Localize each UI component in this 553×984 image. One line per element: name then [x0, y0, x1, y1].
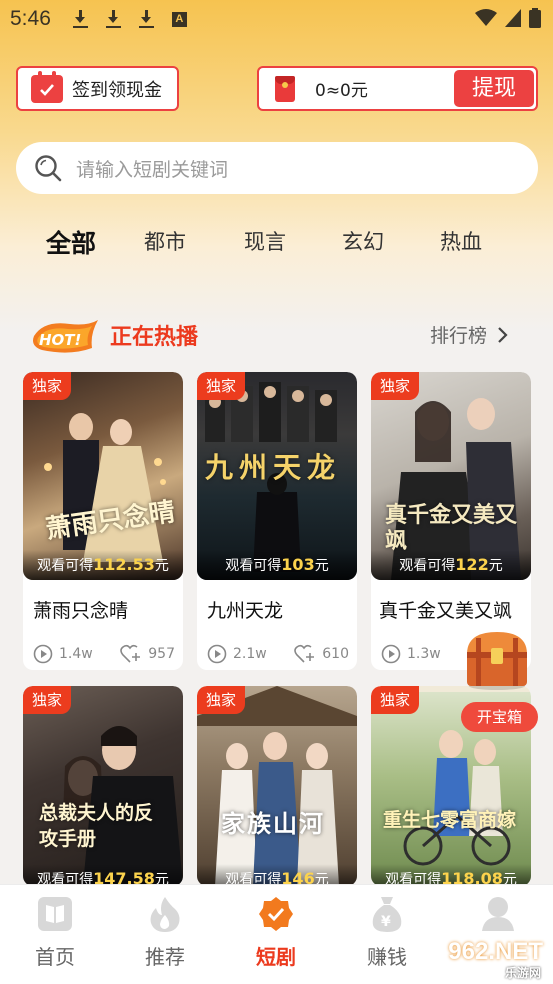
search-input[interactable]: 请输入短剧关键词 — [76, 155, 228, 182]
drama-title: 萧雨只念晴 — [33, 600, 129, 622]
user-icon — [479, 895, 517, 933]
drama-card[interactable]: 总裁夫人的反攻手册 独家 观看可得147.58元 — [23, 686, 183, 886]
drama-poster[interactable]: 九州天龙 独家 观看可得103元 — [197, 372, 357, 580]
calendar-check-icon — [31, 70, 63, 103]
like-count: 957 — [148, 646, 175, 662]
poster-title-text: 家族山河 — [221, 809, 325, 838]
exclusive-badge: 独家 — [371, 686, 420, 714]
earn-reward-label: 观看可得112.53元 — [23, 550, 183, 580]
nav-earn[interactable]: ¥ 赚钱 — [347, 895, 427, 970]
svg-text:¥: ¥ — [381, 914, 391, 930]
drama-title: 九州天龙 — [207, 600, 284, 622]
red-envelope-icon — [275, 75, 295, 102]
section-title: 正在热播 — [110, 325, 199, 350]
search-bar[interactable]: 请输入短剧关键词 — [16, 142, 538, 194]
exclusive-badge: 独家 — [23, 372, 72, 400]
poster-title-text: 重生七零富商嫁 — [383, 809, 517, 831]
nav-recommend[interactable]: 推荐 — [125, 895, 205, 970]
nav-earn-label: 赚钱 — [367, 945, 407, 969]
hot-badge-text: HOT! — [39, 331, 81, 349]
nav-home-label: 首页 — [35, 945, 75, 969]
poster-art — [197, 686, 357, 886]
status-bar: 5:46 A — [0, 0, 553, 38]
nav-home[interactable]: 首页 — [15, 895, 95, 970]
ranking-link[interactable]: 排行榜 — [430, 321, 513, 348]
tab-action[interactable]: 热血 — [440, 226, 482, 256]
money-bag-icon: ¥ — [368, 895, 406, 933]
tab-modern-romance[interactable]: 现言 — [244, 226, 286, 256]
nav-short-drama[interactable]: 短剧 — [236, 895, 316, 970]
earn-reward-label: 观看可得147.58元 — [23, 864, 183, 886]
play-circle-icon — [33, 644, 53, 664]
tab-fantasy[interactable]: 玄幻 — [342, 226, 384, 256]
poster-title-text: 九州天龙 — [205, 451, 342, 484]
wifi-icon — [475, 9, 497, 26]
view-count: 1.4w — [59, 646, 93, 662]
tab-all[interactable]: 全部 — [46, 224, 96, 260]
poster-title-text: 总裁夫人的反攻手册 — [39, 802, 154, 850]
treasure-chest-icon[interactable] — [462, 628, 532, 690]
earn-reward-label: 观看可得103元 — [197, 550, 357, 580]
nav-recommend-label: 推荐 — [145, 945, 185, 969]
poster-title-text: 真千金又美又飒 — [385, 502, 518, 554]
download-icon — [72, 10, 88, 28]
ranking-label: 排行榜 — [430, 325, 488, 347]
download-icon — [138, 10, 154, 28]
hot-badge-icon: HOT! — [30, 318, 98, 353]
drama-card[interactable]: 九州天龙 独家 观看可得103元 九州天龙 2.1w 610 — [197, 372, 357, 670]
signin-cash-button[interactable]: 签到领现金 — [16, 66, 179, 111]
like-plus-icon — [294, 644, 315, 663]
book-icon — [36, 895, 74, 933]
drama-title: 真千金又美又飒 — [379, 600, 513, 622]
like-count: 610 — [322, 646, 349, 662]
drama-poster[interactable]: 萧雨只念晴 独家 观看可得112.53元 — [23, 372, 183, 580]
signal-icon — [505, 9, 521, 27]
drama-poster[interactable]: 真千金又美又飒 独家 观看可得122元 — [371, 372, 531, 580]
view-count: 1.3w — [407, 646, 441, 662]
signin-label: 签到领现金 — [72, 79, 162, 101]
open-treasure-button[interactable]: 开宝箱 — [461, 702, 538, 732]
balance-amount: 0≈0元 — [315, 81, 368, 101]
exclusive-badge: 独家 — [197, 372, 246, 400]
status-time: 5:46 — [10, 7, 51, 30]
bottom-navigation: 首页 推荐 短剧 ¥ 赚钱 我的 — [0, 884, 553, 984]
play-circle-icon — [381, 644, 401, 664]
tab-urban[interactable]: 都市 — [144, 226, 186, 256]
hot-section-header: HOT! 正在热播 — [30, 318, 199, 353]
drama-poster[interactable]: 家族山河 独家 观看可得146元 — [197, 686, 357, 886]
play-circle-icon — [207, 644, 227, 664]
exclusive-badge: 独家 — [23, 686, 72, 714]
earn-reward-label: 观看可得146元 — [197, 864, 357, 886]
earn-reward-label: 观看可得118.08元 — [371, 864, 531, 886]
nav-short-drama-label: 短剧 — [256, 945, 296, 969]
wallet-balance-bar: 0≈0元 提现 — [257, 66, 538, 111]
app-notification-icon: A — [171, 11, 187, 27]
chevron-right-icon — [498, 326, 508, 343]
drama-poster[interactable]: 总裁夫人的反攻手册 独家 观看可得147.58元 — [23, 686, 183, 886]
drama-card[interactable]: 真千金又美又飒 独家 观看可得122元 真千金又美又飒 1.3w — [371, 372, 531, 670]
withdraw-button[interactable]: 提现 — [454, 70, 534, 107]
like-plus-icon — [120, 644, 141, 663]
site-watermark-logo: 962.NET 乐游网 — [448, 938, 543, 980]
category-tabs: 全部 都市 现言 玄幻 热血 — [0, 226, 553, 262]
earn-reward-label: 观看可得122元 — [371, 550, 531, 580]
exclusive-badge: 独家 — [197, 686, 246, 714]
poster-art — [44, 413, 166, 562]
badge-check-icon — [257, 895, 295, 933]
search-icon — [35, 155, 62, 182]
drama-card[interactable]: 萧雨只念晴 独家 观看可得112.53元 萧雨只念晴 1.4w 957 — [23, 372, 183, 670]
flame-icon — [146, 895, 184, 933]
battery-icon — [529, 8, 541, 28]
drama-card[interactable]: 家族山河 独家 观看可得146元 — [197, 686, 357, 886]
poster-art — [63, 726, 183, 886]
view-count: 2.1w — [233, 646, 267, 662]
download-icon — [105, 10, 121, 28]
exclusive-badge: 独家 — [371, 372, 420, 400]
